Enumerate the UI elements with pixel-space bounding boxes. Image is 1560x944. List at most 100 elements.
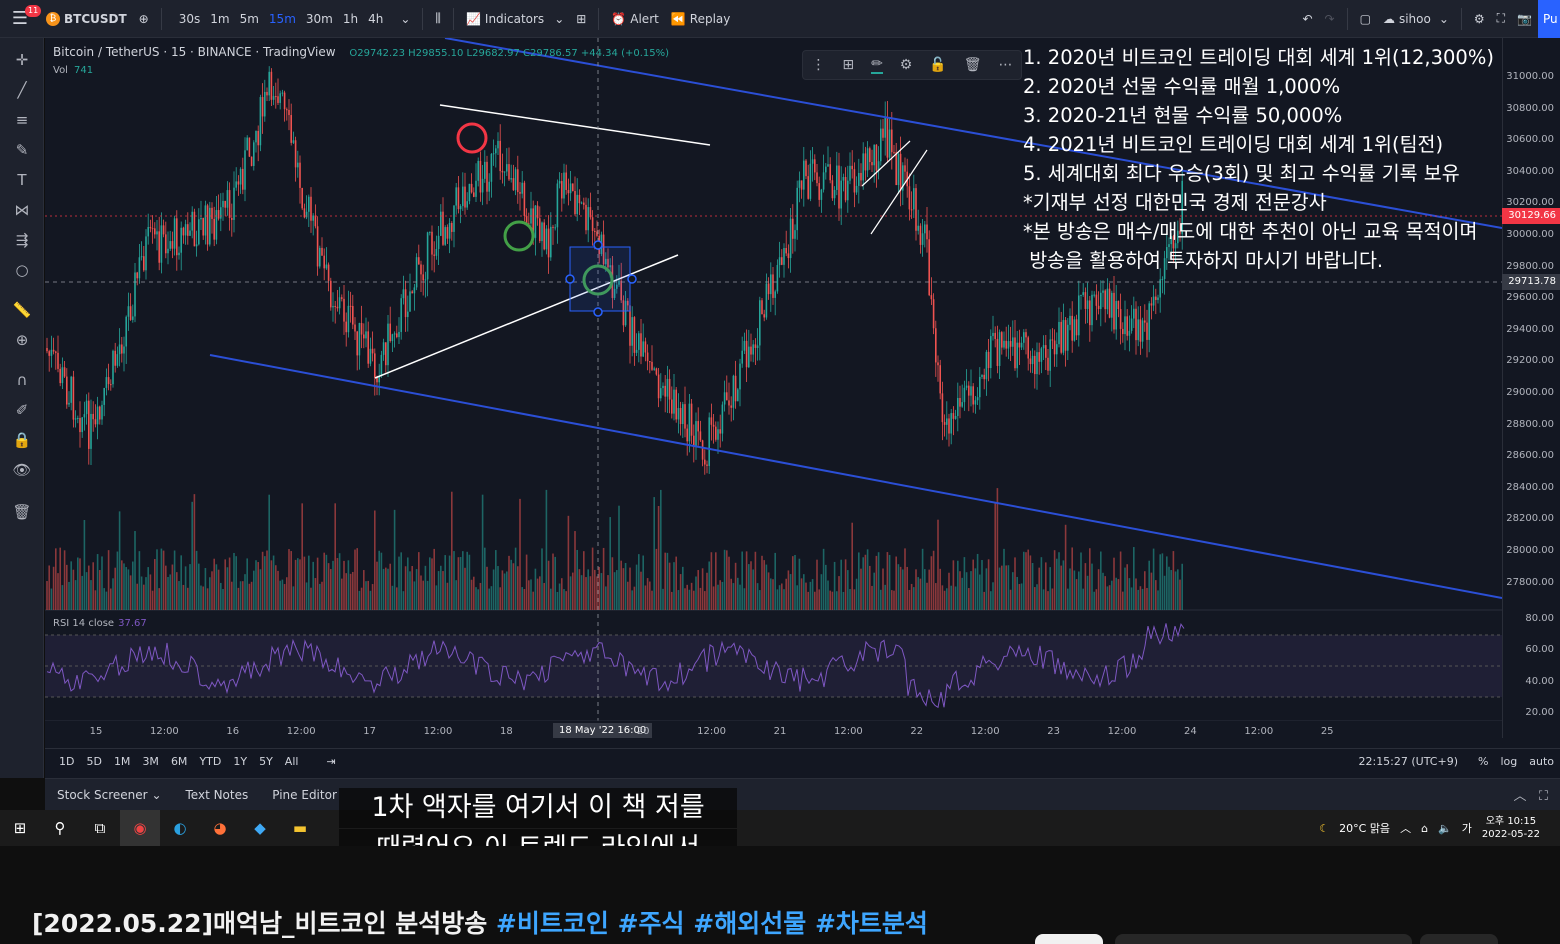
alert-button[interactable]: ⏰ Alert xyxy=(605,0,665,38)
candle-body xyxy=(341,297,343,299)
range-1m[interactable]: 1M xyxy=(108,755,137,768)
chrome-icon[interactable]: ◉ xyxy=(120,810,160,846)
actions-bar[interactable] xyxy=(1115,934,1412,944)
template-icon[interactable]: ⊞ xyxy=(842,57,854,73)
range-ytd[interactable]: YTD xyxy=(193,755,227,768)
network-icon[interactable]: ⌂ xyxy=(1421,822,1428,835)
range-1d[interactable]: 1D xyxy=(53,755,80,768)
ruler-icon[interactable]: 📏 xyxy=(10,298,34,322)
time-axis[interactable]: 18 May '22 16:00 15 12:00 16 12:00 17 12:00 18… xyxy=(45,721,1502,741)
timezone-clock[interactable]: 22:15:27 (UTC+9) xyxy=(1358,755,1472,768)
redo-button[interactable]: ↷ xyxy=(1319,0,1341,38)
volume-bar xyxy=(959,571,961,610)
edge-icon[interactable]: ◐ xyxy=(160,810,200,846)
text-icon[interactable]: T xyxy=(10,168,34,192)
range-3m[interactable]: 3M xyxy=(136,755,165,768)
hashtag-link[interactable]: #해외선물 xyxy=(693,909,806,938)
snapshot-button[interactable]: 📷 xyxy=(1511,0,1538,38)
layout-button[interactable]: ⊞ xyxy=(570,0,592,38)
tray-chevron-icon[interactable]: ︿ xyxy=(1400,820,1411,836)
price-axis[interactable]: 30129.66 29713.78 31000.00 30800.00 30600.… xyxy=(1502,38,1560,738)
lock-icon[interactable]: 🔒 xyxy=(10,428,34,452)
tab-text-notes[interactable]: Text Notes xyxy=(174,788,261,802)
timeframe-1h[interactable]: 1h xyxy=(338,12,363,26)
folder-icon[interactable]: ▬ xyxy=(280,810,320,846)
hashtag-link[interactable]: #비트코인 xyxy=(496,909,609,938)
timeframe-30s[interactable]: 30s xyxy=(174,12,206,26)
color-picker-icon[interactable]: ✏ xyxy=(871,56,883,74)
volume-bar xyxy=(275,565,277,610)
replay-button[interactable]: ⏪ Replay xyxy=(665,0,737,38)
lock-icon[interactable]: 🔓 xyxy=(929,57,946,73)
candle-body xyxy=(926,224,928,240)
eye-icon[interactable]: 👁 xyxy=(10,458,34,482)
fullscreen-button[interactable]: ⛶ xyxy=(1491,0,1511,38)
candle-body xyxy=(946,418,948,425)
candle-body xyxy=(275,96,277,98)
windows-start-icon[interactable]: ⊞ xyxy=(0,810,40,846)
prediction-icon[interactable]: ⇶ xyxy=(10,228,34,252)
more-actions[interactable] xyxy=(1420,934,1498,944)
settings-button[interactable]: ⚙ xyxy=(1468,0,1491,38)
chart-type-button[interactable]: ⫼ xyxy=(429,0,447,38)
app-icon[interactable]: ◆ xyxy=(240,810,280,846)
timeframe-15m[interactable]: 15m xyxy=(264,12,301,26)
symbol-search-button[interactable]: ₿ BTCUSDT xyxy=(40,0,133,38)
tab-pine-editor[interactable]: Pine Editor xyxy=(260,788,349,802)
trendline-icon[interactable]: ╱ xyxy=(10,78,34,102)
volume-icon[interactable]: 🔈 xyxy=(1438,822,1452,835)
undo-button[interactable]: ↶ xyxy=(1296,0,1318,38)
volume-bar xyxy=(906,566,908,610)
crosshair-icon[interactable]: ✛ xyxy=(10,48,34,72)
timeframe-5m[interactable]: 5m xyxy=(235,12,264,26)
scale-option-percent[interactable]: % xyxy=(1472,755,1494,768)
range-5y[interactable]: 5Y xyxy=(253,755,279,768)
range-5d[interactable]: 5D xyxy=(80,755,107,768)
weather-text[interactable]: 20°C 맑음 xyxy=(1339,820,1390,836)
gear-icon[interactable]: ⚙ xyxy=(900,57,913,73)
brush-icon[interactable]: ✎ xyxy=(10,138,34,162)
stay-drawing-icon[interactable]: ✐ xyxy=(10,398,34,422)
timeframe-dropdown[interactable]: ⌄ xyxy=(394,0,416,38)
search-icon[interactable]: ⚲ xyxy=(40,810,80,846)
user-layout-button[interactable]: ☁ sihoo ⌄ xyxy=(1377,0,1455,38)
hashtag-link[interactable]: #차트분석 xyxy=(815,909,928,938)
zoom-in-icon[interactable]: ⊕ xyxy=(10,328,34,352)
goto-date-icon[interactable]: ⇥ xyxy=(326,755,335,768)
range-1y[interactable]: 1Y xyxy=(227,755,253,768)
tab-stock-screener[interactable]: Stock Screener ⌄ xyxy=(45,788,174,802)
fullscreen-layout-button[interactable]: ▢ xyxy=(1354,0,1377,38)
indicators-button[interactable]: 📈 Indicators ⌄ xyxy=(460,0,570,38)
trash-icon[interactable]: 🗑 xyxy=(964,57,982,73)
maximize-icon[interactable]: ⛶ xyxy=(1539,789,1548,804)
volume-bar xyxy=(807,591,809,610)
magnet-icon[interactable]: ∩ xyxy=(10,368,34,392)
timeframe-1m[interactable]: 1m xyxy=(205,12,234,26)
volume-bar xyxy=(1067,588,1069,610)
subscribe-button[interactable] xyxy=(1035,934,1103,944)
publish-button[interactable]: Pu xyxy=(1538,0,1560,38)
scale-option-auto[interactable]: auto xyxy=(1523,755,1560,768)
range-all[interactable]: All xyxy=(279,755,305,768)
pattern-icon[interactable]: ⋈ xyxy=(10,198,34,222)
timeframe-30m[interactable]: 30m xyxy=(301,12,338,26)
candle-body xyxy=(319,247,321,267)
compare-symbol-button[interactable]: ⊕ xyxy=(133,0,155,38)
firefox-icon[interactable]: ◕ xyxy=(200,810,240,846)
main-menu-button[interactable]: ☰ 11 xyxy=(0,0,42,38)
more-icon[interactable]: ⋯ xyxy=(998,57,1012,73)
timeframe-4h[interactable]: 4h xyxy=(363,12,388,26)
trash-icon[interactable]: 🗑 xyxy=(10,500,34,524)
ime-icon[interactable]: 가 xyxy=(1462,820,1472,836)
chart-pane[interactable]: Bitcoin / TetherUS · 15 · BINANCE · Trad… xyxy=(45,38,1560,778)
horizontal-lines-icon[interactable]: ≡ xyxy=(10,108,34,132)
task-view-icon[interactable]: ⧉ xyxy=(80,810,120,846)
volume-bar xyxy=(473,576,475,610)
system-clock[interactable]: 오후 10:15 2022-05-22 xyxy=(1482,815,1540,841)
hashtag-link[interactable]: #주식 xyxy=(618,909,685,938)
shape-circle-icon[interactable]: ○ xyxy=(10,258,34,282)
drag-handle-icon[interactable]: ⋮ xyxy=(811,57,825,73)
range-6m[interactable]: 6M xyxy=(165,755,194,768)
collapse-icon[interactable]: ︿ xyxy=(1513,789,1526,804)
scale-option-log[interactable]: log xyxy=(1494,755,1523,768)
